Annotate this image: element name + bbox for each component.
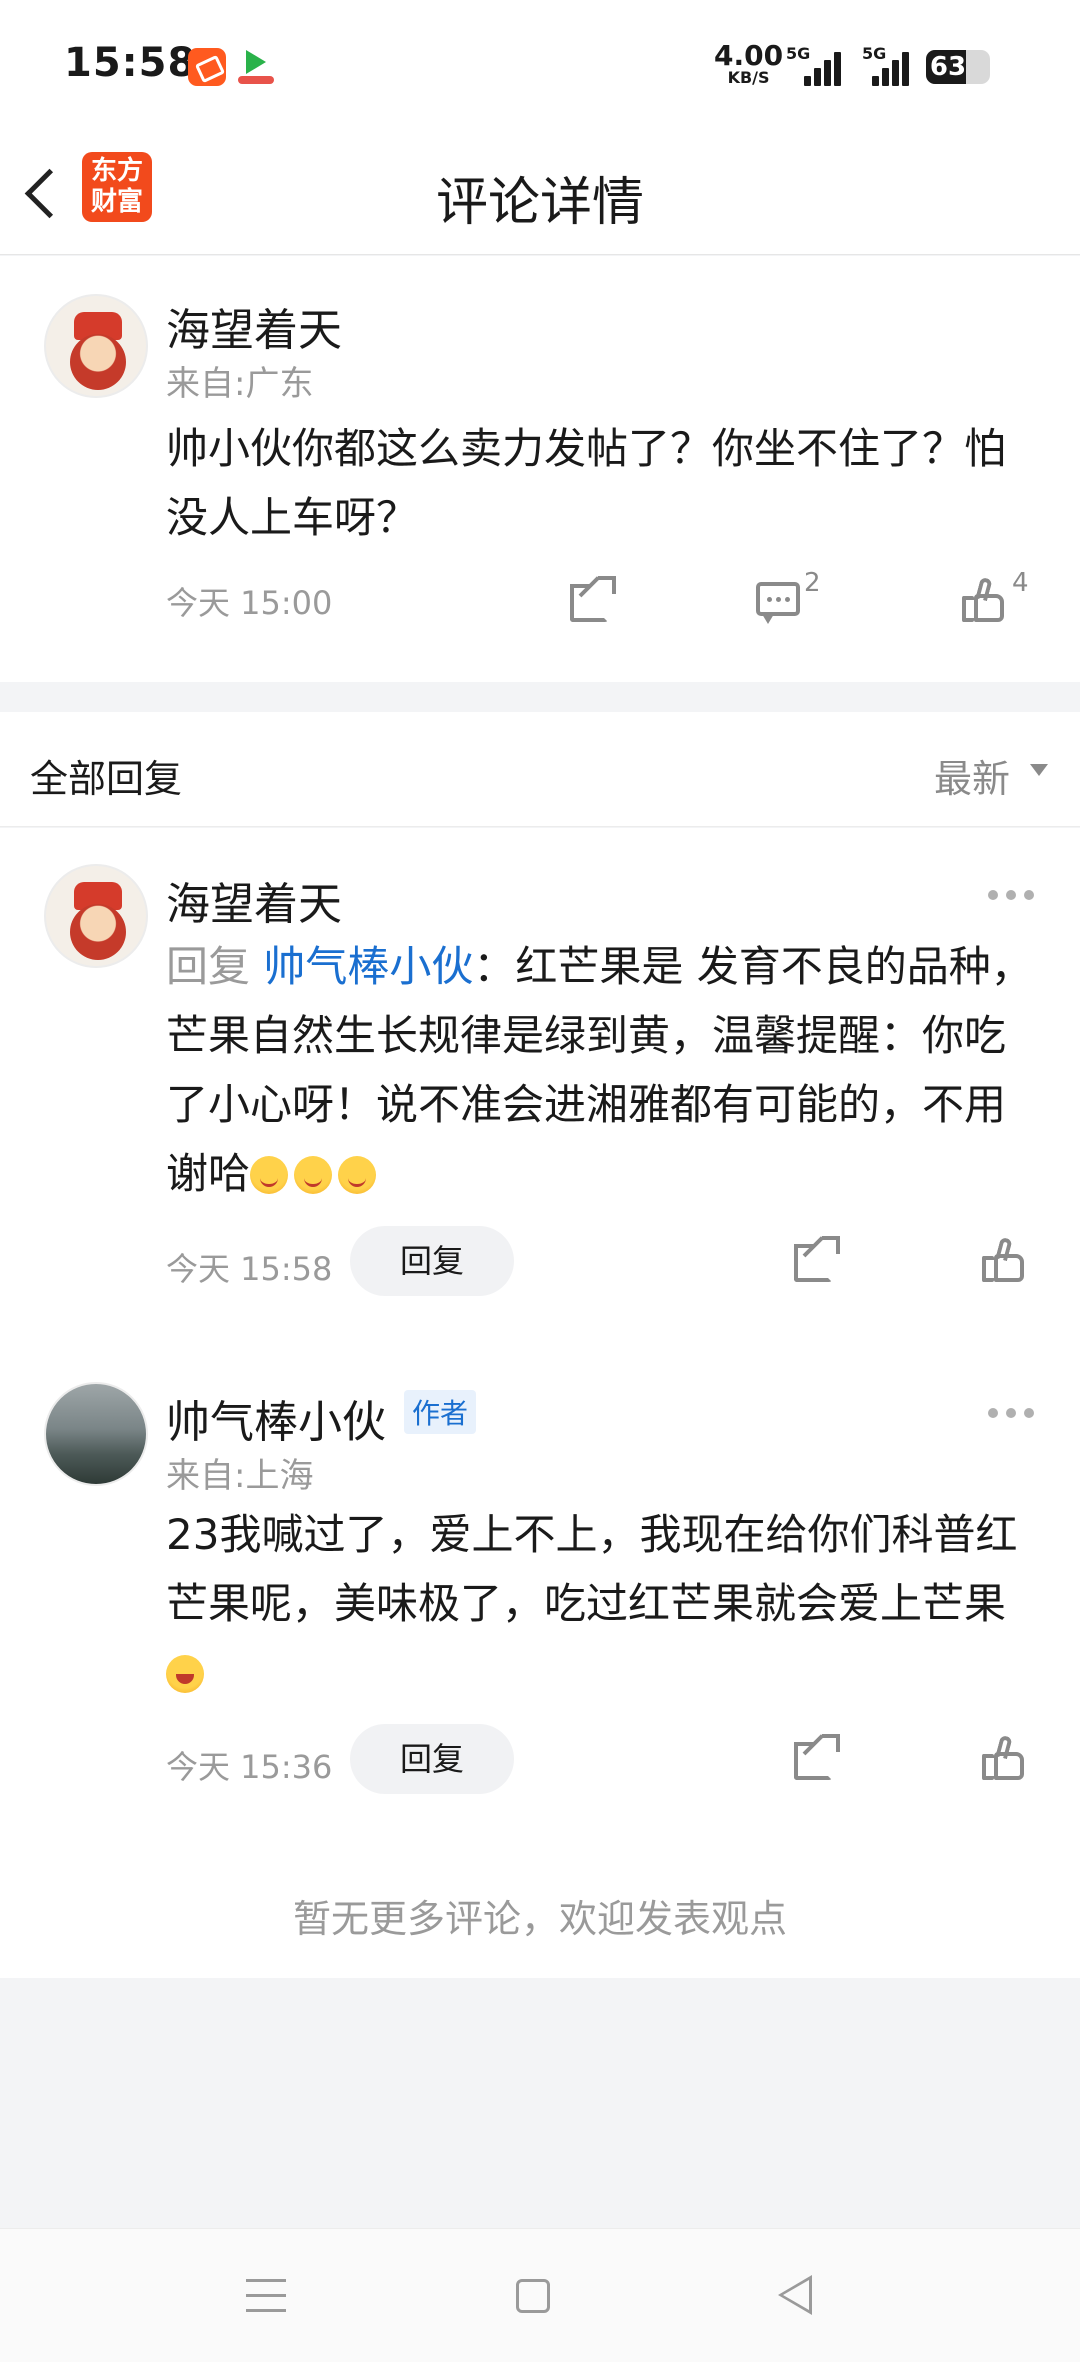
end-of-list-note: 暂无更多评论，欢迎发表观点 — [292, 1897, 787, 1941]
avatar[interactable] — [44, 294, 148, 398]
page: 15:58 4.00 KB/S 5G 5G 63 东方 财富 评论详情 海望着天 — [0, 0, 1080, 2362]
comment-icon[interactable] — [754, 578, 804, 626]
like-icon[interactable] — [980, 1734, 1028, 1782]
system-nav-bar — [0, 2228, 1080, 2362]
like-count: 4 — [1012, 568, 1029, 598]
reply-username[interactable]: 海望着天 — [166, 868, 342, 932]
share-icon[interactable] — [792, 1236, 840, 1284]
net-speed-unit: KB/S — [727, 68, 770, 87]
comment-username[interactable]: 海望着天 — [166, 294, 342, 358]
more-icon[interactable] — [988, 890, 1038, 902]
status-time: 15:58 — [64, 40, 197, 86]
reply-time: 今天 15:58 — [166, 1250, 333, 1288]
reply-prefix: 回复 — [166, 942, 264, 991]
comment-location: 来自:广东 — [166, 364, 314, 404]
status-bar: 15:58 4.00 KB/S 5G 5G 63 — [0, 0, 1080, 130]
comment-count: 2 — [804, 568, 821, 598]
share-icon[interactable] — [568, 576, 616, 624]
menu-icon[interactable] — [246, 2279, 286, 2313]
reply-location: 来自:上海 — [166, 1456, 314, 1496]
sort-dropdown[interactable]: 最新 — [934, 748, 1010, 803]
laugh-emoji-icon — [166, 1655, 204, 1693]
avatar[interactable] — [44, 864, 148, 968]
signal-icon — [868, 50, 912, 86]
replies-title: 全部回复 — [30, 757, 183, 801]
page-title: 评论详情 — [435, 173, 644, 233]
header: 东方 财富 评论详情 — [0, 130, 1080, 255]
reply-content: 23我喊过了，爱上不上，我现在给你们科普红芒果呢，美味极了，吃过红芒果就会爱上芒… — [166, 1500, 1036, 1707]
comment-time: 今天 15:00 — [166, 584, 333, 622]
battery-icon: 63 — [926, 50, 990, 84]
app-notification-icon — [188, 48, 226, 86]
battery-level: 63 — [929, 52, 967, 82]
reply-button[interactable]: 回复 — [350, 1226, 514, 1296]
comment-content: 帅小伙你都这么卖力发帖了？你坐不住了？怕没人上车呀？ — [166, 424, 1007, 542]
net-speed-value: 4.00 — [714, 39, 784, 72]
like-icon[interactable] — [980, 1236, 1028, 1284]
share-icon[interactable] — [792, 1734, 840, 1782]
avatar[interactable] — [44, 1382, 148, 1486]
reply-text: 23我喊过了，爱上不上，我现在给你们科普红芒果呢，美味极了，吃过红芒果就会爱上芒… — [166, 1510, 1018, 1628]
smile-emoji-icon — [338, 1156, 377, 1194]
reply-list: 海望着天 回复 帅气棒小伙：红芒果是 发育不良的品种，芒果自然生长规律是绿到黄，… — [0, 828, 1080, 1978]
reply-content: 回复 帅气棒小伙：红芒果是 发育不良的品种，芒果自然生长规律是绿到黄，温馨提醒：… — [166, 932, 1036, 1208]
home-icon[interactable] — [516, 2279, 550, 2313]
main-comment: 海望着天 来自:广东 帅小伙你都这么卖力发帖了？你坐不住了？怕没人上车呀？ 今天… — [0, 256, 1080, 682]
signal-icon — [800, 50, 844, 86]
reply-time: 今天 15:36 — [166, 1748, 333, 1786]
like-icon[interactable] — [960, 576, 1008, 624]
reply-username[interactable]: 帅气棒小伙 — [166, 1386, 386, 1450]
more-icon[interactable] — [988, 1408, 1038, 1420]
caret-down-icon[interactable] — [1030, 764, 1048, 776]
author-badge: 作者 — [404, 1390, 477, 1434]
net-speed: 4.00 KB/S — [714, 42, 783, 86]
smile-emoji-icon — [250, 1156, 289, 1194]
replies-header: 全部回复 最新 — [0, 712, 1080, 827]
reply-button[interactable]: 回复 — [350, 1724, 514, 1794]
video-app-icon — [236, 48, 276, 86]
smile-emoji-icon — [294, 1156, 333, 1194]
nav-back-icon[interactable] — [778, 2275, 812, 2315]
reply-target-user[interactable]: 帅气棒小伙 — [263, 942, 473, 991]
